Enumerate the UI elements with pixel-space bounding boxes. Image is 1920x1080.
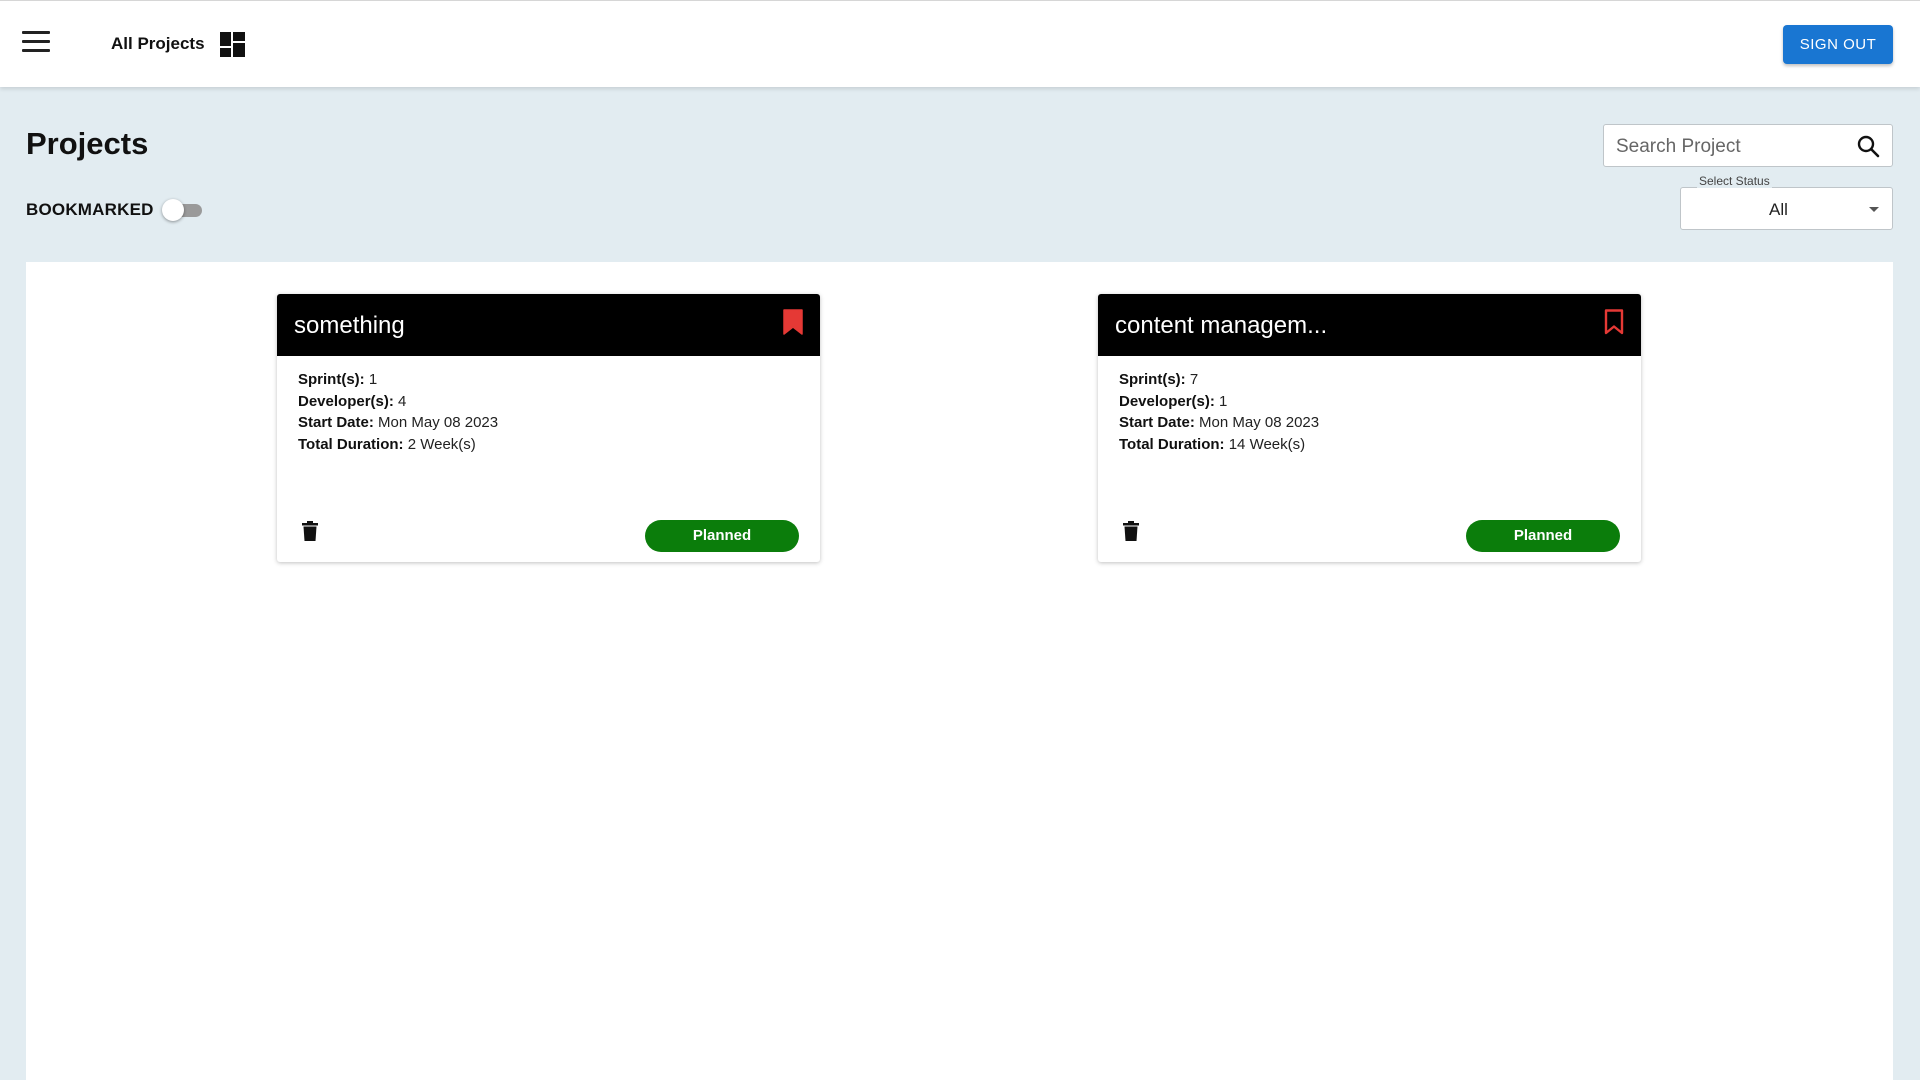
search-field bbox=[1603, 124, 1893, 167]
duration-value: 2 Week(s) bbox=[407, 435, 476, 453]
start-date-row: Start Date: Mon May 08 2023 bbox=[1119, 412, 1319, 434]
project-card-header: something bbox=[277, 294, 820, 356]
app-title: All Projects bbox=[111, 34, 205, 53]
sprints-label: Sprint(s): bbox=[1119, 371, 1186, 388]
status-select[interactable]: All bbox=[1680, 187, 1893, 230]
project-card-header: content managem... bbox=[1098, 294, 1641, 356]
search-icon[interactable] bbox=[1856, 134, 1880, 158]
search-input[interactable] bbox=[1614, 133, 1848, 160]
developers-label: Developer(s): bbox=[298, 392, 394, 410]
duration-label: Total Duration: bbox=[1119, 435, 1225, 453]
status-select-label: Select Status bbox=[1697, 174, 1772, 188]
project-details: Sprint(s): 7 Developer(s): 1 Start Date:… bbox=[1119, 369, 1319, 455]
hamburger-menu-icon[interactable] bbox=[22, 31, 50, 55]
dashboard-icon bbox=[220, 32, 245, 57]
page-title: Projects bbox=[26, 126, 149, 161]
start-date-row: Start Date: Mon May 08 2023 bbox=[298, 412, 498, 434]
top-app-bar: All Projects SIGN OUT bbox=[0, 0, 1920, 87]
start-date-value: Mon May 08 2023 bbox=[378, 414, 499, 431]
developers-value: 1 bbox=[1219, 392, 1228, 410]
status-badge[interactable]: Planned bbox=[1466, 520, 1620, 552]
sprints-row: Sprint(s): 1 bbox=[298, 369, 498, 391]
status-select-value: All bbox=[1769, 200, 1788, 219]
toggle-thumb[interactable] bbox=[162, 199, 184, 221]
bookmark-outline-icon[interactable] bbox=[1604, 309, 1624, 335]
bookmarked-toggle[interactable] bbox=[162, 199, 204, 221]
developers-label: Developer(s): bbox=[1119, 392, 1215, 410]
duration-row: Total Duration: 2 Week(s) bbox=[298, 434, 498, 456]
duration-row: Total Duration: 14 Week(s) bbox=[1119, 434, 1319, 456]
sprints-row: Sprint(s): 7 bbox=[1119, 369, 1319, 391]
start-date-value: Mon May 08 2023 bbox=[1199, 414, 1320, 431]
trash-icon[interactable] bbox=[1123, 521, 1139, 541]
sprints-value: 7 bbox=[1189, 371, 1199, 388]
duration-label: Total Duration: bbox=[298, 435, 404, 453]
sign-out-button[interactable]: SIGN OUT bbox=[1783, 25, 1893, 64]
project-title[interactable]: content managem... bbox=[1115, 312, 1327, 340]
project-card[interactable]: content managem... Sprint(s): 7 Develope… bbox=[1098, 294, 1641, 562]
project-details: Sprint(s): 1 Developer(s): 4 Start Date:… bbox=[298, 369, 498, 455]
bookmark-filled-icon[interactable] bbox=[783, 309, 803, 335]
sprints-value: 1 bbox=[368, 371, 378, 388]
trash-icon[interactable] bbox=[302, 521, 318, 541]
chevron-down-icon bbox=[1869, 207, 1879, 212]
bookmarked-label: BOOKMARKED bbox=[26, 200, 154, 219]
start-date-label: Start Date: bbox=[298, 414, 374, 431]
duration-value: 14 Week(s) bbox=[1228, 435, 1306, 453]
sprints-label: Sprint(s): bbox=[298, 371, 365, 388]
developers-value: 4 bbox=[398, 392, 407, 410]
developers-row: Developer(s): 1 bbox=[1119, 391, 1319, 413]
project-title[interactable]: something bbox=[294, 312, 405, 340]
project-card[interactable]: something Sprint(s): 1 Developer(s): 4 S… bbox=[277, 294, 820, 562]
start-date-label: Start Date: bbox=[1119, 414, 1195, 431]
status-badge[interactable]: Planned bbox=[645, 520, 799, 552]
developers-row: Developer(s): 4 bbox=[298, 391, 498, 413]
